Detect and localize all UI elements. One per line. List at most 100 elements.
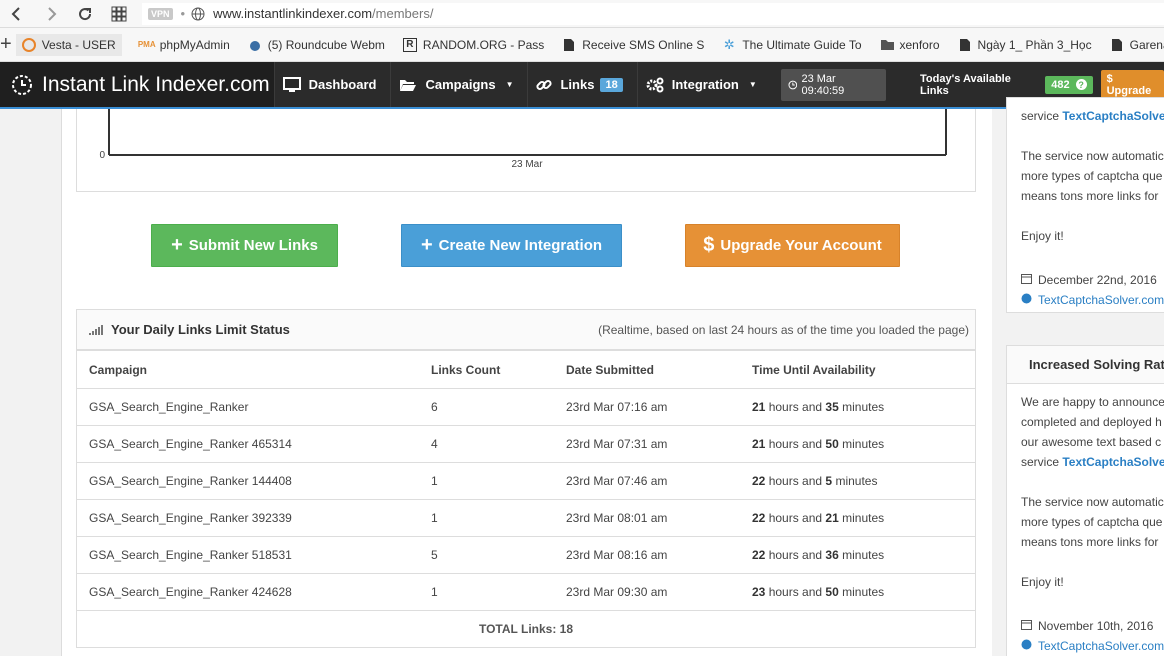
col-time-until[interactable]: Time Until Availability (740, 350, 975, 389)
submit-new-links-button[interactable]: + Submit New Links (151, 224, 338, 267)
back-button[interactable] (0, 0, 34, 28)
cell-time: 22 hours and 5 minutes (740, 462, 975, 500)
table-row: GSA_Search_Engine_Ranker 6 23rd Mar 07:1… (77, 388, 975, 426)
hours-value: 22 (752, 474, 766, 488)
available-links-badge[interactable]: 482 ? (1045, 75, 1093, 94)
help-icon: ? (1075, 79, 1087, 90)
reload-button[interactable] (68, 0, 102, 28)
bookmark-label: xenforo (899, 37, 940, 52)
table-total-row: TOTAL Links: 18 (77, 611, 975, 648)
url-host: www.instantlinkindexer.com (213, 6, 373, 21)
news-text: service (1021, 109, 1060, 123)
nav-dashboard[interactable]: Dashboard (273, 62, 391, 107)
create-new-integration-button[interactable]: + Create New Integration (401, 224, 622, 267)
phpmyadmin-icon: PMA (137, 40, 156, 49)
page-icon (958, 38, 972, 52)
left-gutter (0, 109, 62, 656)
hours-word: hours and (768, 474, 823, 488)
site-navbar: Instant Link Indexer.com Dashboard Campa… (0, 62, 1164, 109)
nav-links-label: Links (560, 77, 595, 92)
news-text: Enjoy it! (1021, 229, 1064, 243)
navbar-upgrade-button[interactable]: $ Upgrade (1100, 69, 1164, 100)
news-text: our awesome text based c (1021, 435, 1162, 449)
minutes-word: minutes (835, 474, 878, 488)
plus-icon: + (420, 234, 433, 256)
news-date: December 22nd, 2016 (1021, 270, 1164, 290)
col-campaign[interactable]: Campaign (77, 350, 419, 389)
clock-logo-icon (12, 74, 32, 95)
hours-value: 21 (752, 437, 766, 451)
news-card-2-title: Increased Solving Rate (1029, 357, 1164, 372)
news-sidebar: service TextCaptchaSolver The service no… (992, 97, 1164, 656)
minutes-word: minutes (842, 400, 885, 414)
news-text: The service now automatic (1021, 495, 1164, 509)
bookmark-ultimate-guide[interactable]: ✲ The Ultimate Guide To (722, 37, 862, 52)
bookmark-phpmyadmin[interactable]: PMA phpMyAdmin (137, 37, 230, 52)
url-field[interactable]: VPN • www.instantlinkindexer.com/members… (142, 2, 1164, 25)
bookmark-label: phpMyAdmin (159, 37, 230, 52)
forward-icon (48, 6, 57, 21)
hours-word: hours and (768, 585, 823, 599)
chevron-down-icon: ▼ (748, 80, 757, 89)
nav-integration-label: Integration (671, 77, 739, 92)
bookmark-label: The Ultimate Guide To (742, 37, 862, 52)
bookmark-xenforo[interactable]: xenforo (880, 38, 940, 52)
cell-count: 1 (419, 499, 554, 537)
link-icon (536, 79, 553, 90)
monitor-icon (282, 76, 301, 92)
vpn-badge[interactable]: VPN (148, 7, 173, 20)
news-source[interactable]: TextCaptchaSolver.com (1021, 636, 1164, 656)
daily-limit-note: (Realtime, based on last 24 hours as of … (598, 322, 969, 337)
daily-limit-panel: Your Daily Links Limit Status (Realtime,… (76, 309, 976, 648)
links-chart: 0 23 Mar (99, 109, 947, 170)
cell-campaign: GSA_Search_Engine_Ranker 465314 (77, 425, 419, 463)
bookmark-label: Receive SMS Online S (582, 37, 705, 52)
upgrade-account-label: Upgrade Your Account (720, 237, 882, 254)
chart-y-tick: 0 (99, 150, 105, 161)
bookmark-receive-sms[interactable]: Receive SMS Online S (562, 38, 704, 52)
speed-dial-button[interactable] (102, 0, 136, 28)
table-row: GSA_Search_Engine_Ranker 518531 5 23rd M… (77, 536, 975, 574)
grid-icon (111, 6, 127, 21)
brand-logo[interactable]: Instant Link Indexer.com (0, 62, 274, 107)
table-header-row: Campaign Links Count Date Submitted Time… (77, 350, 975, 389)
col-date-submitted[interactable]: Date Submitted (554, 350, 740, 389)
bookmark-label: Ngày 1_ Phần 3_Học (977, 37, 1092, 52)
roundcube-icon (248, 38, 262, 52)
nav-links[interactable]: Links 18 (527, 62, 636, 107)
add-bookmark-button[interactable]: + (0, 33, 12, 56)
bookmark-ngay[interactable]: Ngày 1_ Phần 3_Học (958, 38, 1092, 52)
nav-campaigns[interactable]: Campaigns ▼ (390, 62, 527, 107)
cell-date: 23rd Mar 07:46 am (554, 462, 740, 500)
bookmark-roundcube[interactable]: (5) Roundcube Webm (248, 38, 385, 52)
clock-icon (788, 80, 797, 89)
news-link[interactable]: TextCaptchaSolver (1062, 455, 1164, 469)
news-card-2-body: We are happy to announce completed and d… (1007, 384, 1164, 656)
cogs-icon (646, 77, 664, 92)
upgrade-account-button[interactable]: $ Upgrade Your Account (685, 224, 900, 267)
chevron-down-icon: ▼ (505, 80, 514, 89)
available-links-count: 482 (1051, 78, 1070, 91)
back-icon (11, 6, 20, 21)
table-row: GSA_Search_Engine_Ranker 392339 1 23rd M… (77, 499, 975, 537)
col-links-count[interactable]: Links Count (419, 350, 554, 389)
minutes-word: minutes (842, 511, 885, 525)
bookmarks-bar: + Vesta - USER PMA phpMyAdmin (5) Roundc… (0, 28, 1164, 62)
hours-value: 21 (752, 400, 766, 414)
nav-integration[interactable]: Integration ▼ (636, 62, 771, 107)
separator-dot: • (180, 6, 186, 21)
globe-icon (191, 7, 205, 21)
forward-button[interactable] (34, 0, 68, 28)
cell-date: 23rd Mar 08:01 am (554, 499, 740, 537)
news-text: We are happy to announce (1021, 395, 1164, 409)
bookmark-garena[interactable]: Garena (1110, 38, 1164, 52)
bookmark-random-org[interactable]: R RANDOM.ORG - Pass (402, 37, 544, 52)
bookmark-vesta[interactable]: Vesta - USER (15, 33, 122, 56)
daily-limit-header: Your Daily Links Limit Status (Realtime,… (77, 310, 975, 350)
news-link[interactable]: TextCaptchaSolver (1062, 109, 1164, 123)
news-source[interactable]: TextCaptchaSolver.com (1021, 290, 1164, 310)
